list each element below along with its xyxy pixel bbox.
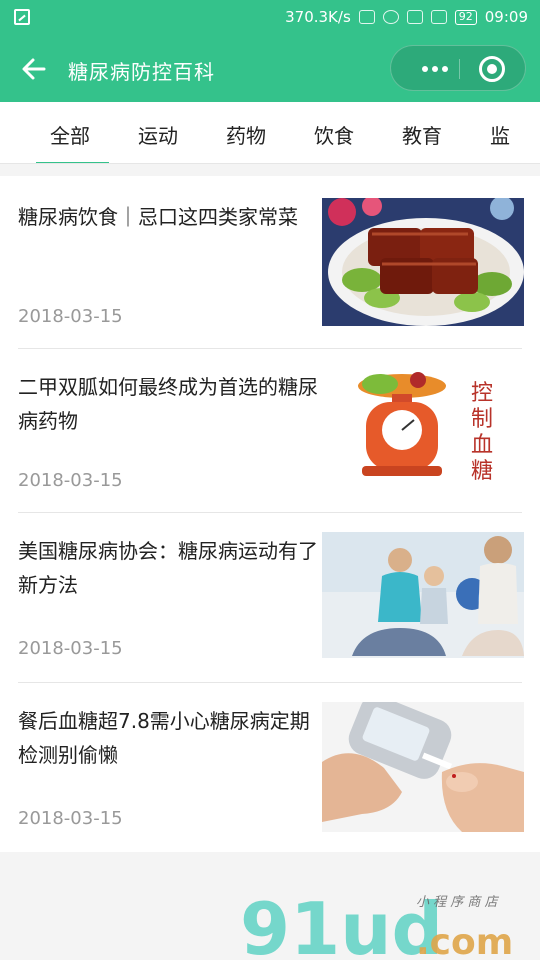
scale-with-vegetables-image: 控 制 血 糖 xyxy=(322,366,524,494)
page-title: 糖尿病防控百科 xyxy=(68,60,215,84)
article-title: 糖尿病饮食｜忌口这四类家常菜 xyxy=(18,205,298,229)
capsule-divider xyxy=(459,59,460,79)
article-date: 2018-03-15 xyxy=(18,808,123,829)
article-item[interactable]: 美国糖尿病协会：糖尿病运动有了新方法 2018-03-15 xyxy=(0,512,540,682)
miniprogram-capsule xyxy=(390,45,526,91)
svg-text:91ud: 91ud xyxy=(240,887,443,960)
glucose-meter-finger-test-image xyxy=(322,702,524,832)
article-thumbnail xyxy=(322,198,524,326)
article-thumbnail xyxy=(322,532,524,660)
svg-text:.com: .com xyxy=(416,922,513,960)
tab-diet[interactable]: 饮食 xyxy=(314,120,354,149)
article-thumbnail: 控 制 血 糖 xyxy=(322,366,524,494)
dot-icon xyxy=(432,66,438,72)
tab-medicine[interactable]: 药物 xyxy=(226,120,266,149)
article-item[interactable]: 二甲双胍如何最终成为首选的糖尿病药物 2018-03-15 控 制 血 糖 xyxy=(0,348,540,512)
status-bar: 370.3K/s 92 09:09 xyxy=(0,0,540,36)
article-title: 二甲双胍如何最终成为首选的糖尿病药物 xyxy=(18,375,318,433)
vibrate-icon xyxy=(358,10,375,24)
battery-indicator: 92 xyxy=(454,9,477,25)
more-menu-button[interactable] xyxy=(413,46,457,92)
close-miniprogram-icon[interactable] xyxy=(479,56,505,82)
svg-text:糖: 糖 xyxy=(471,459,493,484)
article-title: 餐后血糖超7.8需小心糖尿病定期检测别偷懒 xyxy=(18,709,310,767)
dot-icon xyxy=(422,66,428,72)
article-item[interactable]: 餐后血糖超7.8需小心糖尿病定期检测别偷懒 2018-03-15 xyxy=(0,682,540,852)
clock: 09:09 xyxy=(484,8,528,26)
article-date: 2018-03-15 xyxy=(18,638,123,659)
91ud-watermark: 91ud .com 小 程 序 商 店 xyxy=(240,880,540,960)
tab-all[interactable]: 全部 xyxy=(50,120,90,149)
article-date: 2018-03-15 xyxy=(18,470,123,491)
thumbnail-caption: 控 xyxy=(471,381,493,406)
91ud-logo: 91ud .com 小 程 序 商 店 xyxy=(240,887,513,960)
tab-monitoring[interactable]: 监 xyxy=(490,120,510,149)
article-thumbnail xyxy=(322,702,524,832)
signal-4g-icon xyxy=(406,10,423,24)
tab-education[interactable]: 教育 xyxy=(402,120,442,149)
app-header: 糖尿病防控百科 xyxy=(0,36,540,102)
svg-text:血: 血 xyxy=(471,433,493,458)
women-doing-yoga-image xyxy=(322,532,524,658)
back-arrow-icon[interactable] xyxy=(20,55,48,83)
dot-icon xyxy=(442,66,448,72)
signal-3g-icon xyxy=(430,10,447,24)
gallery-notification-icon xyxy=(14,9,30,25)
active-tab-indicator xyxy=(36,162,109,163)
braised-pork-dish-image xyxy=(322,198,524,326)
alarm-icon xyxy=(382,10,399,24)
tab-exercise[interactable]: 运动 xyxy=(138,120,178,149)
network-speed: 370.3K/s xyxy=(285,8,351,26)
article-title: 美国糖尿病协会：糖尿病运动有了新方法 xyxy=(18,539,318,597)
article-item[interactable]: 糖尿病饮食｜忌口这四类家常菜 2018-03-15 xyxy=(0,176,540,348)
status-bar-indicators: 370.3K/s 92 09:09 xyxy=(285,8,528,26)
svg-text:小 程 序 商 店: 小 程 序 商 店 xyxy=(416,895,500,910)
article-list: 糖尿病饮食｜忌口这四类家常菜 2018-03-15 二甲双胍如何最终成为首选的糖… xyxy=(0,176,540,852)
category-tabs: 全部 运动 药物 饮食 教育 监 xyxy=(0,102,540,164)
article-date: 2018-03-15 xyxy=(18,306,123,327)
svg-text:制: 制 xyxy=(471,407,493,432)
